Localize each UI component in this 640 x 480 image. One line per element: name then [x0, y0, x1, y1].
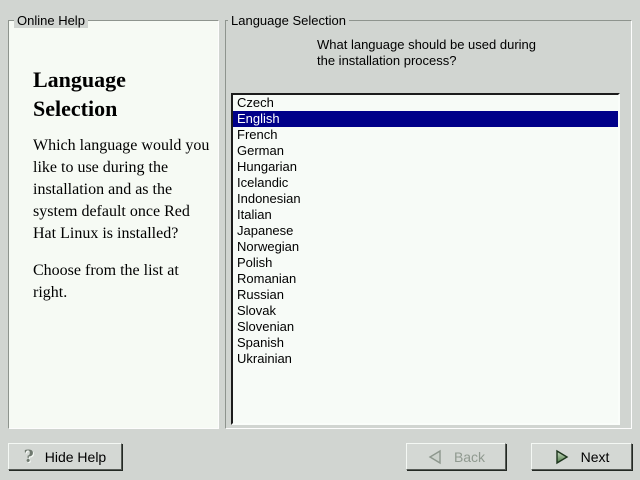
installer-window: Online Help Language Selection Which lan…	[0, 0, 640, 480]
question-line: What language should be used during	[317, 37, 536, 53]
help-paragraph: Which language would you like to use dur…	[33, 135, 213, 245]
language-option-indonesian[interactable]: Indonesian	[233, 191, 618, 207]
back-button[interactable]: Back	[406, 443, 506, 470]
language-option-german[interactable]: German	[233, 143, 618, 159]
language-option-spanish[interactable]: Spanish	[233, 335, 618, 351]
language-option-ukrainian[interactable]: Ukrainian	[233, 351, 618, 367]
back-arrow-icon	[427, 449, 443, 465]
language-option-russian[interactable]: Russian	[233, 287, 618, 303]
language-option-hungarian[interactable]: Hungarian	[233, 159, 618, 175]
language-option-polish[interactable]: Polish	[233, 255, 618, 271]
back-label: Back	[454, 449, 485, 465]
help-paragraph: Choose from the list at right.	[33, 260, 213, 304]
question-mark-icon: ?	[24, 447, 34, 467]
language-list[interactable]: CzechEnglishFrenchGermanHungarianIceland…	[231, 93, 620, 425]
language-option-japanese[interactable]: Japanese	[233, 223, 618, 239]
online-help-frame-label: Online Help	[14, 13, 88, 28]
question-line: the installation process?	[317, 53, 536, 69]
language-option-norwegian[interactable]: Norwegian	[233, 239, 618, 255]
help-content: Language Selection Which language would …	[9, 21, 218, 304]
language-selection-panel: Language Selection What language should …	[225, 20, 632, 429]
hide-help-label: Hide Help	[45, 449, 106, 465]
language-option-english[interactable]: English	[233, 111, 618, 127]
language-option-slovenian[interactable]: Slovenian	[233, 319, 618, 335]
hide-help-button[interactable]: ? Hide Help	[8, 443, 122, 470]
language-option-french[interactable]: French	[233, 127, 618, 143]
next-button[interactable]: Next	[531, 443, 632, 470]
language-option-czech[interactable]: Czech	[233, 95, 618, 111]
next-arrow-icon	[554, 449, 570, 465]
language-option-italian[interactable]: Italian	[233, 207, 618, 223]
question-text: What language should be used during the …	[317, 37, 536, 69]
language-option-icelandic[interactable]: Icelandic	[233, 175, 618, 191]
next-label: Next	[581, 449, 610, 465]
language-option-slovak[interactable]: Slovak	[233, 303, 618, 319]
language-option-romanian[interactable]: Romanian	[233, 271, 618, 287]
language-selection-frame-label: Language Selection	[228, 13, 349, 28]
online-help-panel: Online Help Language Selection Which lan…	[8, 20, 219, 429]
help-title: Language Selection	[33, 65, 183, 123]
